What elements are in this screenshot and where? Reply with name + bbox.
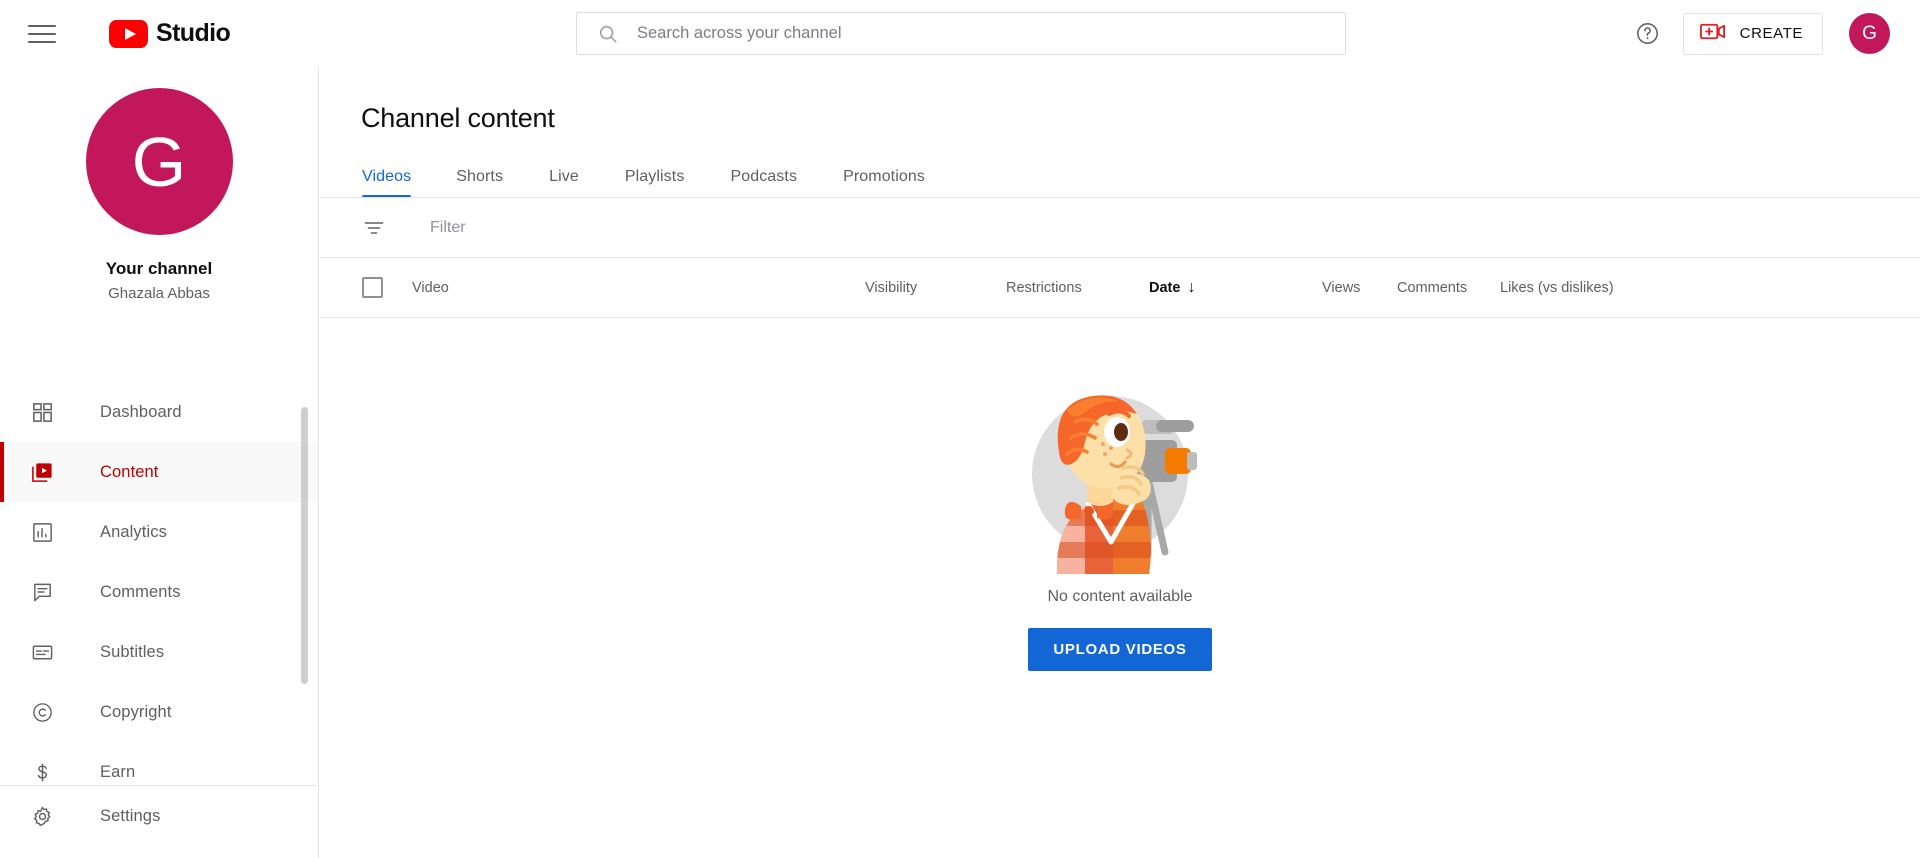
content-tabs: Videos Shorts Live Playlists Podcasts Pr… [320,156,1920,198]
content-video-icon [29,459,55,485]
sidebar-item-dashboard[interactable]: Dashboard [0,382,318,442]
column-header-date[interactable]: Date ↓ [1149,279,1195,297]
column-header-likes: Likes (vs dislikes) [1500,279,1614,296]
create-button-label: CREATE [1739,25,1803,42]
sidebar-item-settings[interactable]: Settings [0,786,318,846]
sidebar-item-analytics[interactable]: Analytics [0,502,318,562]
sidebar-item-label: Settings [100,806,161,825]
tab-promotions[interactable]: Promotions [820,168,948,198]
earn-dollar-icon [29,759,55,785]
sidebar-item-copyright[interactable]: Copyright [0,682,318,742]
column-header-restrictions: Restrictions [1006,279,1082,296]
dashboard-grid-icon [29,399,55,425]
main-content: Channel content Videos Shorts Live Playl… [320,67,1920,858]
select-all-checkbox[interactable] [362,277,383,298]
table-header-row: Video Visibility Restrictions Date ↓ Vie… [320,258,1920,318]
column-header-views: Views [1322,279,1361,296]
column-header-comments: Comments [1397,279,1468,296]
youtube-logo-icon [109,19,148,48]
sidebar-scrollbar-thumb[interactable] [301,407,308,684]
analytics-bar-icon [29,519,55,545]
header-actions: CREATE G [1627,0,1920,67]
search-icon [597,23,619,45]
hamburger-icon[interactable] [28,23,56,45]
channel-avatar: G [85,88,233,235]
channel-name: Ghazala Abbas [108,285,210,302]
sidebar: G Your channel Ghazala Abbas Dashboard C… [0,67,319,858]
help-circle-icon[interactable] [1627,13,1669,55]
sidebar-item-label: Dashboard [100,402,182,421]
upload-videos-button[interactable]: UPLOAD VIDEOS [1028,628,1212,671]
videographer-illustration [1015,382,1225,574]
channel-block[interactable]: G Your channel Ghazala Abbas [0,67,318,302]
sidebar-item-label: Analytics [100,522,167,541]
video-plus-icon [1699,21,1727,47]
filter-icon[interactable] [361,215,387,241]
sidebar-item-label: Subtitles [100,642,165,661]
filter-placeholder[interactable]: Filter [430,219,466,237]
column-header-date-label: Date [1149,279,1181,296]
subtitles-icon [29,639,55,665]
page-title: Channel content [361,103,555,133]
empty-state: No content available UPLOAD VIDEOS [320,382,1920,671]
channel-title: Your channel [105,259,213,278]
search-bar[interactable] [576,12,1346,55]
sidebar-item-comments[interactable]: Comments [0,562,318,622]
create-button[interactable]: CREATE [1682,12,1823,55]
sidebar-item-send-feedback[interactable]: Send feedback [0,846,318,858]
sidebar-item-label: Copyright [100,702,172,721]
tab-podcasts[interactable]: Podcasts [707,168,820,198]
tab-playlists[interactable]: Playlists [602,168,708,198]
brand-label: Studio [156,19,231,47]
gear-icon [29,803,55,829]
sort-descending-icon: ↓ [1187,278,1196,296]
search-input[interactable] [637,24,1345,43]
copyright-icon [29,699,55,725]
top-header: Studio CREATE [0,0,1920,67]
column-header-video: Video [412,279,449,296]
sidebar-item-label: Content [100,462,159,481]
sidebar-item-label: Comments [100,582,181,601]
account-avatar[interactable]: G [1849,13,1890,54]
sidebar-item-subtitles[interactable]: Subtitles [0,622,318,682]
tab-live[interactable]: Live [526,168,602,198]
empty-state-message: No content available [1047,588,1193,605]
sidebar-item-label: Earn [100,762,136,781]
column-header-visibility: Visibility [865,279,918,296]
tab-videos[interactable]: Videos [362,168,433,198]
comment-bubble-icon [29,579,55,605]
sidebar-item-content[interactable]: Content [0,442,318,502]
studio-logo[interactable]: Studio [109,19,231,48]
filter-bar[interactable]: Filter [320,198,1920,258]
tab-shorts[interactable]: Shorts [433,168,526,198]
sidebar-nav-list: Dashboard Content Analytics Comments Sub… [0,382,318,802]
tabs-underline [320,197,1920,198]
